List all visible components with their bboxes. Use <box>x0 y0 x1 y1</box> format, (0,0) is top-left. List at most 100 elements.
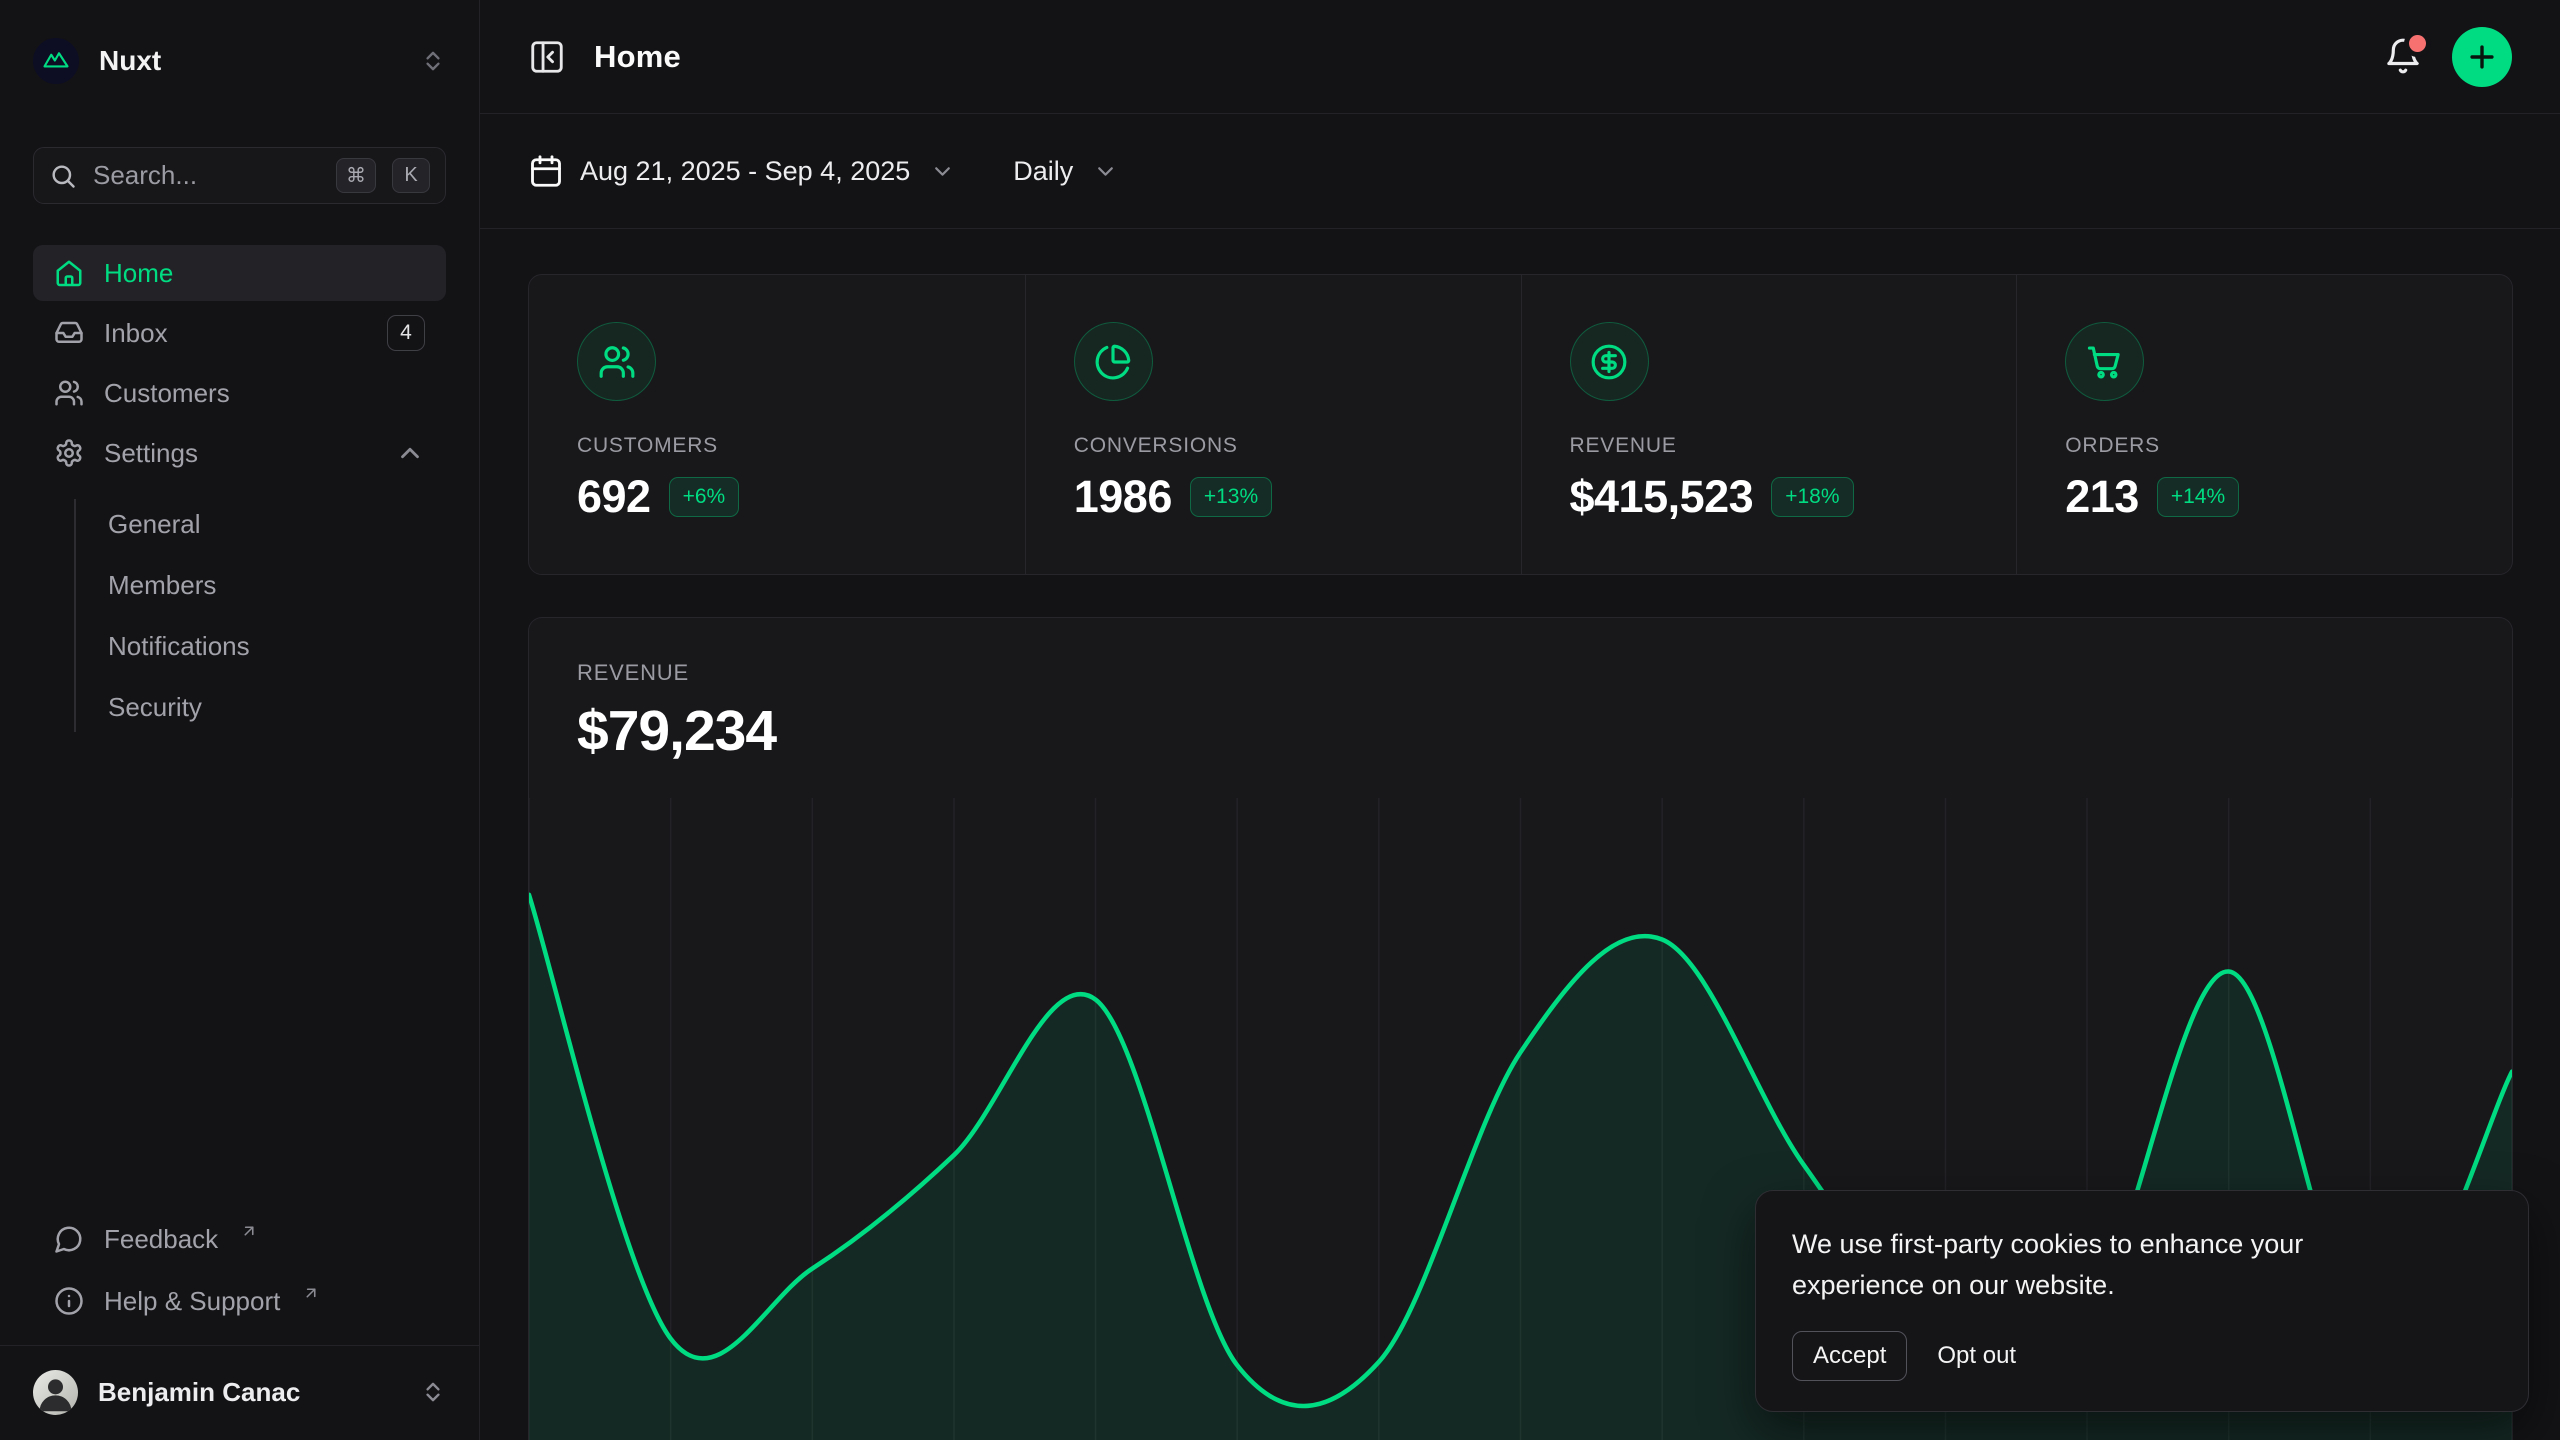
header-left: Home <box>528 38 681 76</box>
sidebar-item-home[interactable]: Home <box>33 245 446 301</box>
stat-value: 213 <box>2065 471 2139 523</box>
notifications-button[interactable] <box>2382 36 2424 78</box>
stat-card-conversions: CONVERSIONS 1986 +13% <box>1025 275 1521 574</box>
message-circle-icon <box>54 1224 84 1254</box>
stat-icon-badge <box>577 322 656 401</box>
chevrons-up-down-icon <box>420 1379 446 1405</box>
opt-out-button[interactable]: Opt out <box>1937 1342 2016 1370</box>
stat-card-revenue: REVENUE $415,523 +18% <box>1521 275 2017 574</box>
date-range-picker[interactable]: Aug 21, 2025 - Sep 4, 2025 <box>528 153 955 189</box>
stat-label: REVENUE <box>1570 434 1969 458</box>
footer-link-label: Help & Support <box>104 1286 280 1317</box>
stat-value: 1986 <box>1074 471 1172 523</box>
stat-value: $415,523 <box>1570 471 1754 523</box>
team-switcher[interactable]: Nuxt <box>33 36 446 85</box>
avatar <box>33 1370 78 1415</box>
sidebar-item-label: Home <box>104 258 173 289</box>
stat-card-customers: CUSTOMERS 692 +6% <box>529 275 1025 574</box>
stat-delta-badge: +14% <box>2157 477 2239 517</box>
sidebar-nav: Home Inbox 4 Customers Settings General Member… <box>33 245 446 732</box>
stat-value-row: $415,523 +18% <box>1570 471 1969 523</box>
sidebar-subitem-general[interactable]: General <box>76 499 446 549</box>
sidebar-item-customers[interactable]: Customers <box>33 365 446 421</box>
inbox-count-badge: 4 <box>387 315 425 351</box>
stat-icon-badge <box>2065 322 2144 401</box>
top-header: Home <box>480 0 2560 114</box>
chevron-down-icon <box>930 159 955 184</box>
sidebar-content: Nuxt ⌘ K Home Inbox 4 Customers Settings Gene… <box>0 0 479 1345</box>
search-box[interactable]: ⌘ K <box>33 147 446 204</box>
sidebar-subitem-notifications[interactable]: Notifications <box>76 621 446 671</box>
plus-icon <box>2465 40 2499 74</box>
sidebar-item-settings[interactable]: Settings <box>33 425 446 481</box>
panel-left-close-icon <box>528 38 566 76</box>
chevron-up-icon <box>395 438 425 468</box>
sidebar: Nuxt ⌘ K Home Inbox 4 Customers Settings Gene… <box>0 0 480 1440</box>
sidebar-footer: Feedback Help & Support <box>33 1211 446 1329</box>
info-icon <box>54 1286 84 1316</box>
arrow-up-right-icon <box>240 1222 258 1240</box>
sidebar-item-label: Customers <box>104 378 230 409</box>
stat-value: 692 <box>577 471 651 523</box>
notification-dot <box>2409 35 2426 52</box>
user-name: Benjamin Canac <box>98 1377 300 1408</box>
stats-row: CUSTOMERS 692 +6% CONVERSIONS 1986 +13% REVENU… <box>528 274 2513 575</box>
granularity-select[interactable]: Daily <box>1013 156 1118 187</box>
sidebar-link-feedback[interactable]: Feedback <box>33 1211 446 1267</box>
search-input[interactable] <box>93 160 320 191</box>
sidebar-link-help-support[interactable]: Help & Support <box>33 1273 446 1329</box>
sidebar-spacer <box>33 732 446 1211</box>
revenue-label: REVENUE <box>577 660 2464 686</box>
kbd-k: K <box>392 158 430 193</box>
sidebar-item-inbox[interactable]: Inbox 4 <box>33 305 446 361</box>
sidebar-subitem-security[interactable]: Security <box>76 682 446 732</box>
circle-dollar-sign-icon <box>1590 343 1628 381</box>
chevron-down-icon <box>1093 159 1118 184</box>
chart-pie-icon <box>1094 343 1132 381</box>
stat-icon-badge <box>1570 322 1649 401</box>
stat-delta-badge: +13% <box>1190 477 1272 517</box>
users-icon <box>598 343 636 381</box>
footer-link-label: Feedback <box>104 1224 218 1255</box>
accept-button[interactable]: Accept <box>1792 1331 1907 1381</box>
users-icon <box>54 378 84 408</box>
stat-value-row: 1986 +13% <box>1074 471 1473 523</box>
revenue-head: REVENUE $79,234 <box>529 618 2512 764</box>
user-section: Benjamin Canac <box>0 1345 479 1440</box>
revenue-value: $79,234 <box>577 698 2464 764</box>
sidebar-subitem-members[interactable]: Members <box>76 560 446 610</box>
stat-card-orders: ORDERS 213 +14% <box>2016 275 2512 574</box>
search-icon <box>49 162 77 190</box>
cookie-message: We use first-party cookies to enhance yo… <box>1792 1224 2432 1306</box>
nuxt-logo <box>33 38 79 84</box>
collapse-sidebar-button[interactable] <box>528 38 566 76</box>
settings-icon <box>54 438 84 468</box>
stat-delta-badge: +18% <box>1771 477 1853 517</box>
header-right <box>2382 27 2512 87</box>
stat-value-row: 692 +6% <box>577 471 977 523</box>
stat-delta-badge: +6% <box>669 477 740 517</box>
shopping-cart-icon <box>2086 343 2124 381</box>
stat-icon-badge <box>1074 322 1153 401</box>
nuxt-mountains-icon <box>41 46 71 76</box>
person-silhouette-icon <box>33 1370 78 1415</box>
toolbar: Aug 21, 2025 - Sep 4, 2025 Daily <box>480 114 2560 229</box>
add-button[interactable] <box>2452 27 2512 87</box>
stat-label: CUSTOMERS <box>577 434 977 458</box>
sidebar-item-label: Settings <box>104 438 198 469</box>
stat-label: ORDERS <box>2065 434 2464 458</box>
stat-label: CONVERSIONS <box>1074 434 1473 458</box>
kbd-command: ⌘ <box>336 158 376 193</box>
granularity-label: Daily <box>1013 156 1073 187</box>
page-title: Home <box>594 39 681 75</box>
arrow-up-right-icon <box>302 1284 320 1302</box>
date-range-label: Aug 21, 2025 - Sep 4, 2025 <box>580 156 910 187</box>
chevrons-up-down-icon <box>420 48 446 74</box>
user-menu[interactable]: Benjamin Canac <box>33 1360 446 1424</box>
sidebar-item-label: Inbox <box>104 318 168 349</box>
calendar-icon <box>528 153 564 189</box>
settings-subnav: General Members Notifications Security <box>74 499 446 732</box>
cookie-actions: Accept Opt out <box>1792 1331 2492 1381</box>
brand-name: Nuxt <box>99 45 161 77</box>
house-icon <box>54 258 84 288</box>
